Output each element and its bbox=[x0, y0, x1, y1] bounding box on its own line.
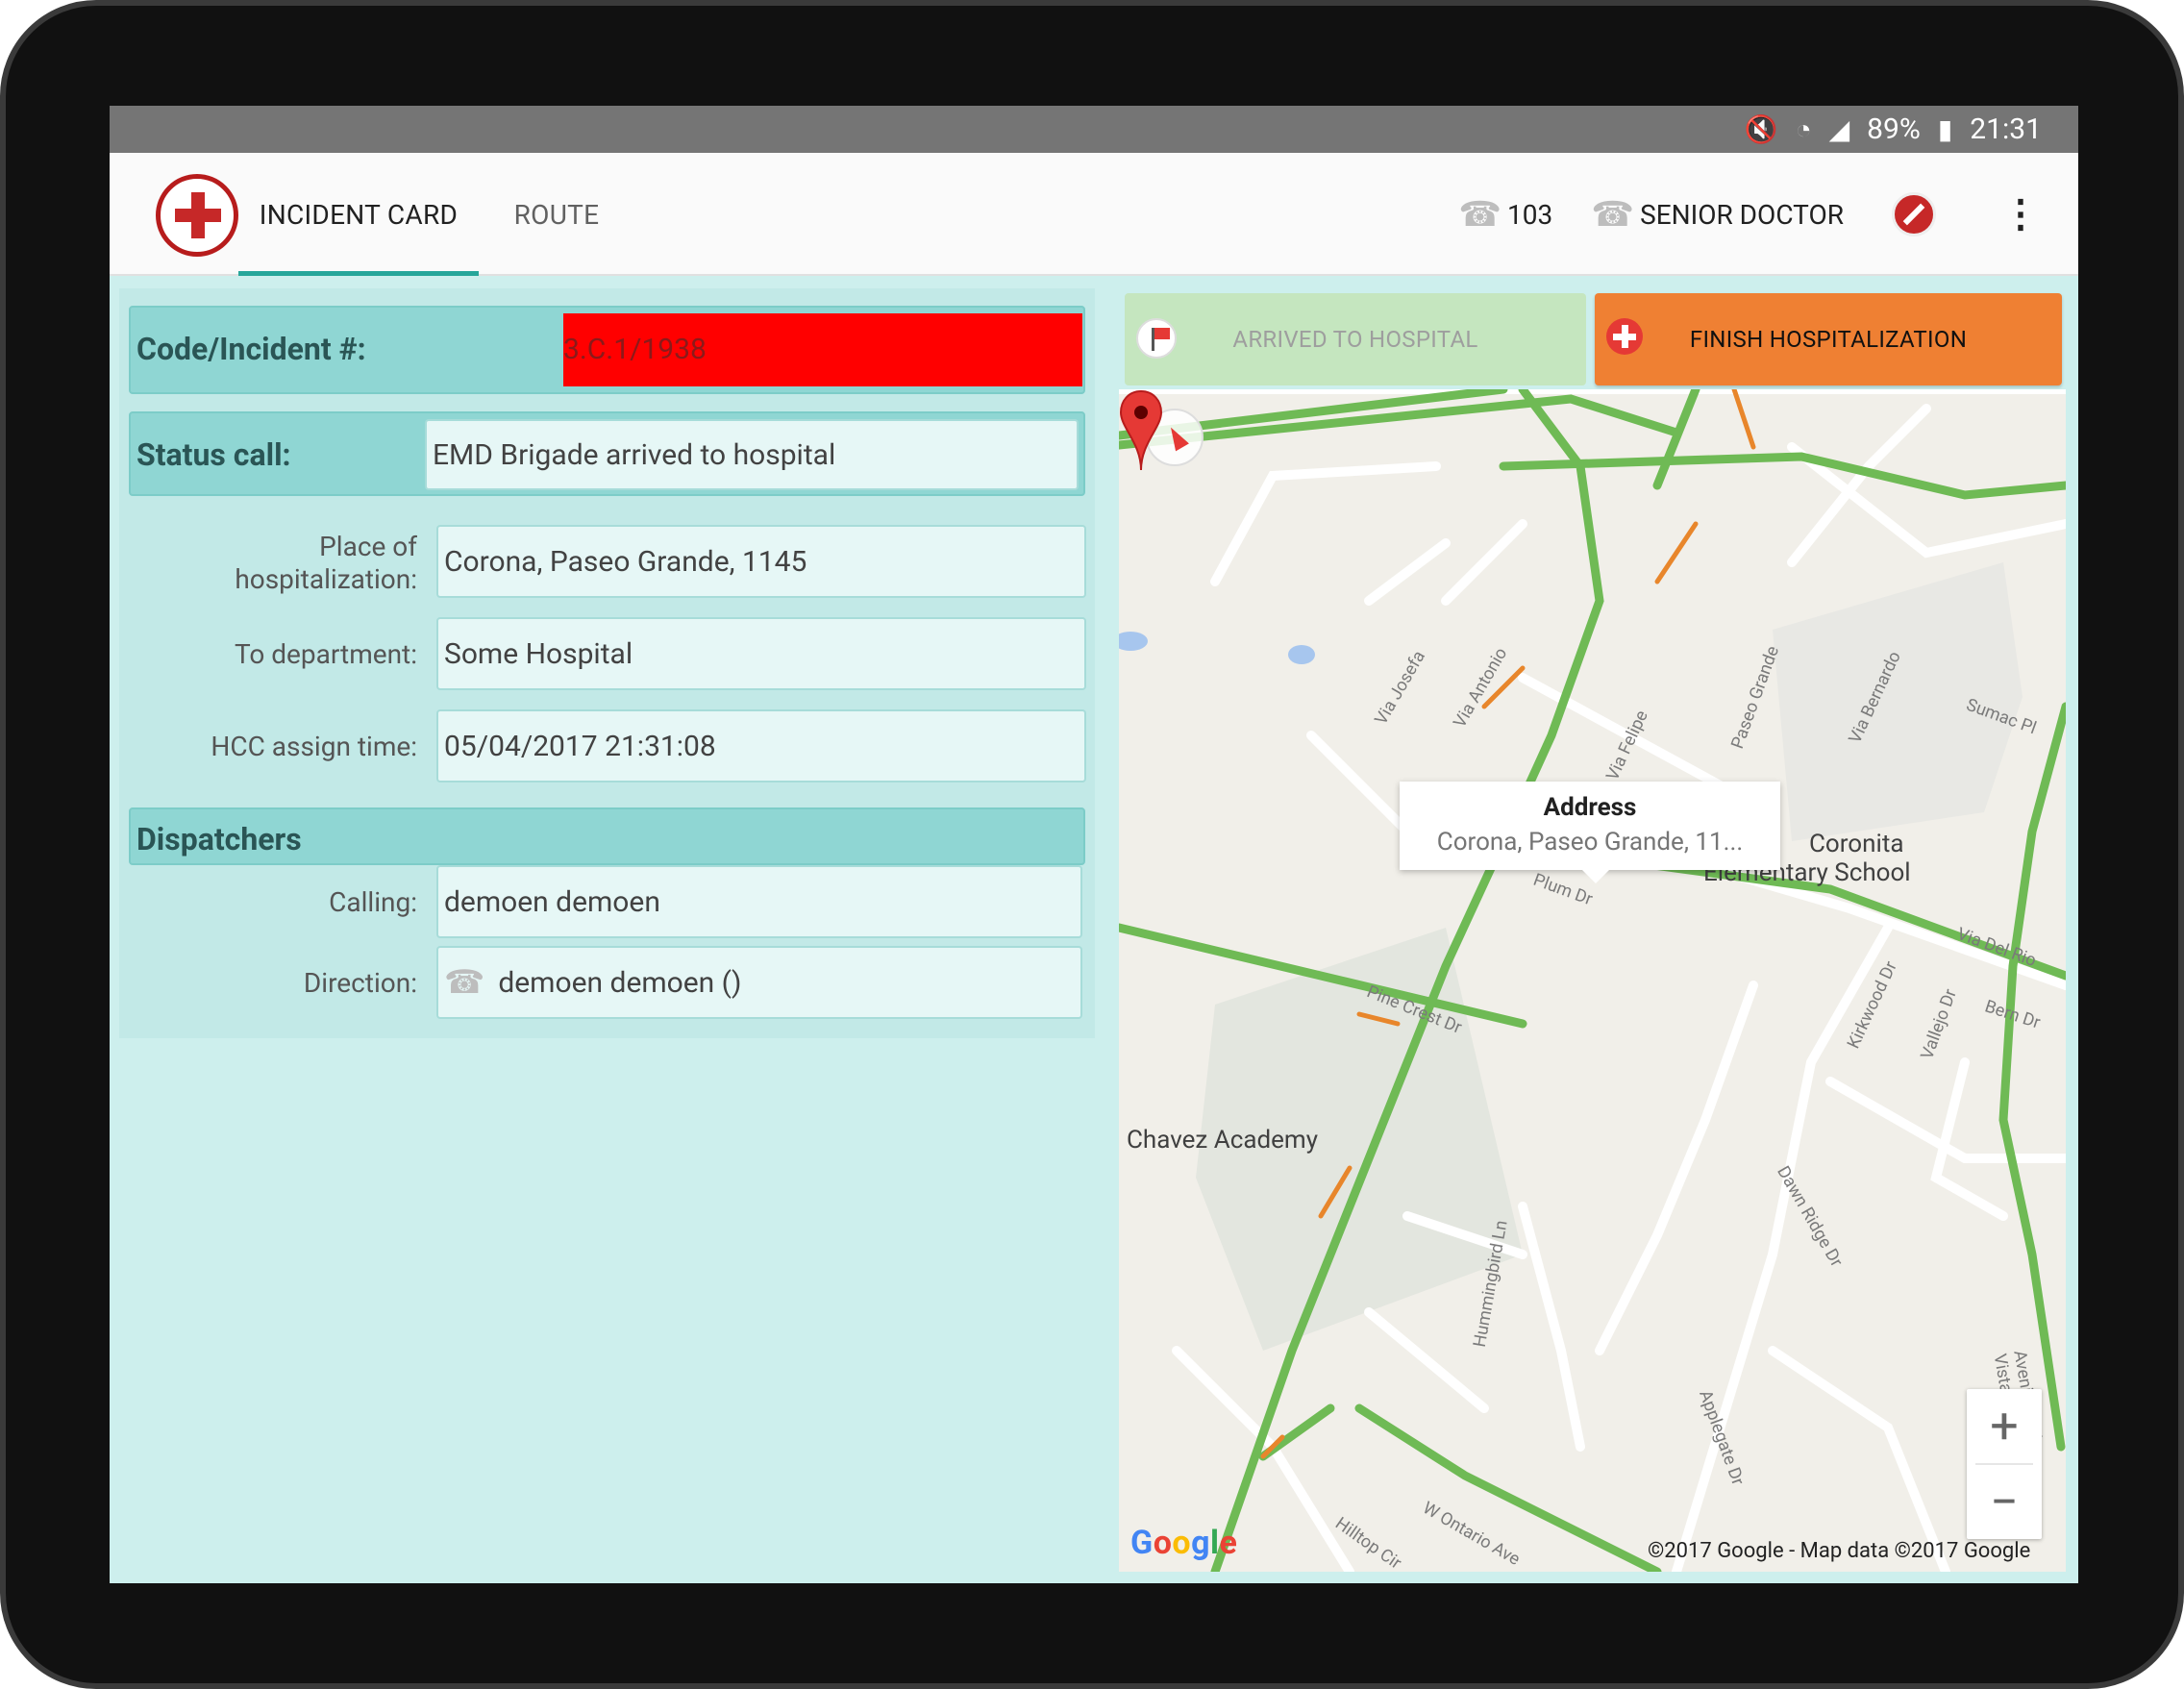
tab-route[interactable]: ROUTE bbox=[494, 153, 619, 276]
department-field[interactable]: Some Hospital bbox=[436, 617, 1086, 690]
status-badge-icon[interactable] bbox=[1892, 192, 1936, 236]
appbar-actions: ☎ 103 ☎ SENIOR DOCTOR ⋮ bbox=[1439, 153, 2040, 276]
tablet-device: 🔇 ◔ ◢ 89% ▮ 21:31 INCIDENT CARD ROUTE ☎ … bbox=[0, 0, 2184, 1689]
tab-incident-card[interactable]: INCIDENT CARD bbox=[238, 153, 479, 276]
phone-icon: ☎ bbox=[1591, 194, 1635, 235]
department-label: To department: bbox=[235, 638, 417, 670]
code-incident-row: Code/Incident #: 3.C.1/1938 bbox=[129, 306, 1085, 394]
battery-percent: 89% bbox=[1867, 112, 1921, 146]
direction-label: Direction: bbox=[303, 967, 417, 999]
mute-vibrate-icon: 🔇 bbox=[1744, 113, 1778, 145]
wifi-icon: ◔ bbox=[1795, 113, 1812, 145]
hcc-assign-time-label: HCC assign time: bbox=[211, 731, 417, 762]
google-logo: Google bbox=[1130, 1524, 1238, 1562]
dispatchers-title: Dispatchers bbox=[136, 821, 302, 857]
code-incident-value: 3.C.1/1938 bbox=[563, 313, 1082, 386]
tab-incident-card-label: INCIDENT CARD bbox=[259, 198, 459, 231]
zoom-in-button[interactable]: + bbox=[1967, 1389, 2042, 1463]
status-bar: 🔇 ◔ ◢ 89% ▮ 21:31 bbox=[110, 106, 2078, 153]
active-tab-indicator bbox=[238, 271, 479, 276]
call-103-button[interactable]: ☎ 103 bbox=[1458, 194, 1552, 235]
senior-doctor-label: SENIOR DOCTOR bbox=[1640, 198, 1844, 231]
map-pin-icon[interactable] bbox=[1119, 389, 1163, 472]
status-call-field[interactable]: EMD Brigade arrived to hospital bbox=[425, 419, 1079, 490]
place-of-hospitalization-field[interactable]: Corona, Paseo Grande, 1145 bbox=[436, 525, 1086, 598]
medical-cross-icon bbox=[1606, 318, 1643, 355]
phone-number-label: 103 bbox=[1507, 198, 1553, 231]
place-label: Place of hospitalization: bbox=[235, 531, 417, 595]
clock: 21:31 bbox=[1970, 112, 2042, 146]
calling-field[interactable]: demoen demoen bbox=[436, 865, 1082, 938]
poi-label: Coronita bbox=[1809, 830, 1904, 858]
app-bar: INCIDENT CARD ROUTE ☎ 103 ☎ SENIOR DOCTO… bbox=[110, 153, 2078, 276]
phone-icon: ☎ bbox=[444, 963, 485, 1002]
status-call-row: Status call: EMD Brigade arrived to hosp… bbox=[129, 411, 1085, 496]
dispatchers-header: Dispatchers bbox=[129, 807, 1085, 865]
incident-form: Code/Incident #: 3.C.1/1938 Status call:… bbox=[119, 288, 1095, 1038]
arrived-label: ARRIVED TO HOSPITAL bbox=[1232, 326, 1478, 353]
status-call-label: Status call: bbox=[136, 436, 291, 473]
red-cross-logo bbox=[156, 174, 238, 257]
info-window-title: Address bbox=[1543, 793, 1637, 822]
map-panel: ARRIVED TO HOSPITAL FINISH HOSPITALIZATI… bbox=[1119, 293, 2066, 1572]
app-screen: 🔇 ◔ ◢ 89% ▮ 21:31 INCIDENT CARD ROUTE ☎ … bbox=[110, 106, 2078, 1583]
map-copyright: ©2017 Google - Map data ©2017 Google bbox=[1648, 1539, 2031, 1563]
map-roads bbox=[1119, 389, 2066, 1572]
finish-hospitalization-button[interactable]: FINISH HOSPITALIZATION bbox=[1595, 293, 2062, 385]
arrived-to-hospital-button[interactable]: ARRIVED TO HOSPITAL bbox=[1125, 293, 1586, 385]
address-info-window[interactable]: Address Corona, Paseo Grande, 11... bbox=[1400, 782, 1780, 883]
calling-label: Calling: bbox=[329, 886, 417, 918]
zoom-out-button[interactable]: − bbox=[1967, 1465, 2042, 1539]
map-view[interactable]: Via Josefa Via Antonio Via Felipe Paseo … bbox=[1119, 389, 2066, 1572]
flag-icon bbox=[1136, 318, 1177, 359]
overflow-menu-icon[interactable]: ⋮ bbox=[2001, 195, 2040, 234]
finish-label: FINISH HOSPITALIZATION bbox=[1689, 326, 1968, 353]
battery-icon: ▮ bbox=[1937, 113, 1953, 145]
signal-icon: ◢ bbox=[1828, 113, 1850, 145]
zoom-control: + − bbox=[1967, 1389, 2042, 1539]
direction-value: demoen demoen () bbox=[498, 965, 742, 1000]
tab-route-label: ROUTE bbox=[513, 198, 600, 231]
info-window-address: Corona, Paseo Grande, 11... bbox=[1436, 828, 1744, 857]
code-incident-label: Code/Incident #: bbox=[136, 331, 366, 367]
direction-field[interactable]: ☎ demoen demoen () bbox=[436, 946, 1082, 1019]
call-senior-doctor-button[interactable]: ☎ SENIOR DOCTOR bbox=[1591, 194, 1844, 235]
hcc-assign-time-field[interactable]: 05/04/2017 21:31:08 bbox=[436, 709, 1086, 782]
poi-label: Chavez Academy bbox=[1127, 1126, 1319, 1155]
phone-icon: ☎ bbox=[1458, 194, 1502, 235]
